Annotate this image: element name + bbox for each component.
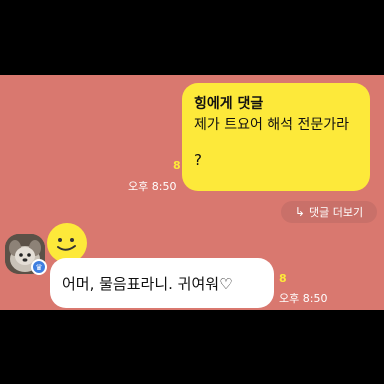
my-message-bubble[interactable]: 힝에게 댓글 제가 트요어 해석 전문가라 ? [182, 83, 370, 191]
reply-arrow-icon: ↳ [294, 205, 305, 219]
message-text: 어머, 물음표라니. 귀여워♡ [62, 274, 233, 293]
message-time: 오후 8:50 [279, 292, 328, 305]
message-time: 오후 8:50 [128, 180, 177, 193]
unread-count: 8 [279, 272, 287, 285]
unread-count: 8 [173, 159, 181, 172]
chat-area: 힝에게 댓글 제가 트요어 해석 전문가라 ? 8 오후 8:50 ↳ 댓글 더… [0, 75, 384, 310]
reply-title: 힝에게 댓글 [194, 96, 264, 112]
other-message-bubble[interactable]: 어머, 물음표라니. 귀여워♡ [50, 258, 274, 308]
message-question: ? [194, 151, 202, 169]
crown-badge-icon: ♛ [31, 259, 47, 275]
more-replies-button[interactable]: ↳ 댓글 더보기 [281, 201, 377, 223]
more-replies-label: 댓글 더보기 [308, 206, 364, 219]
message-text: 제가 트요어 해석 전문가라 [194, 117, 350, 133]
